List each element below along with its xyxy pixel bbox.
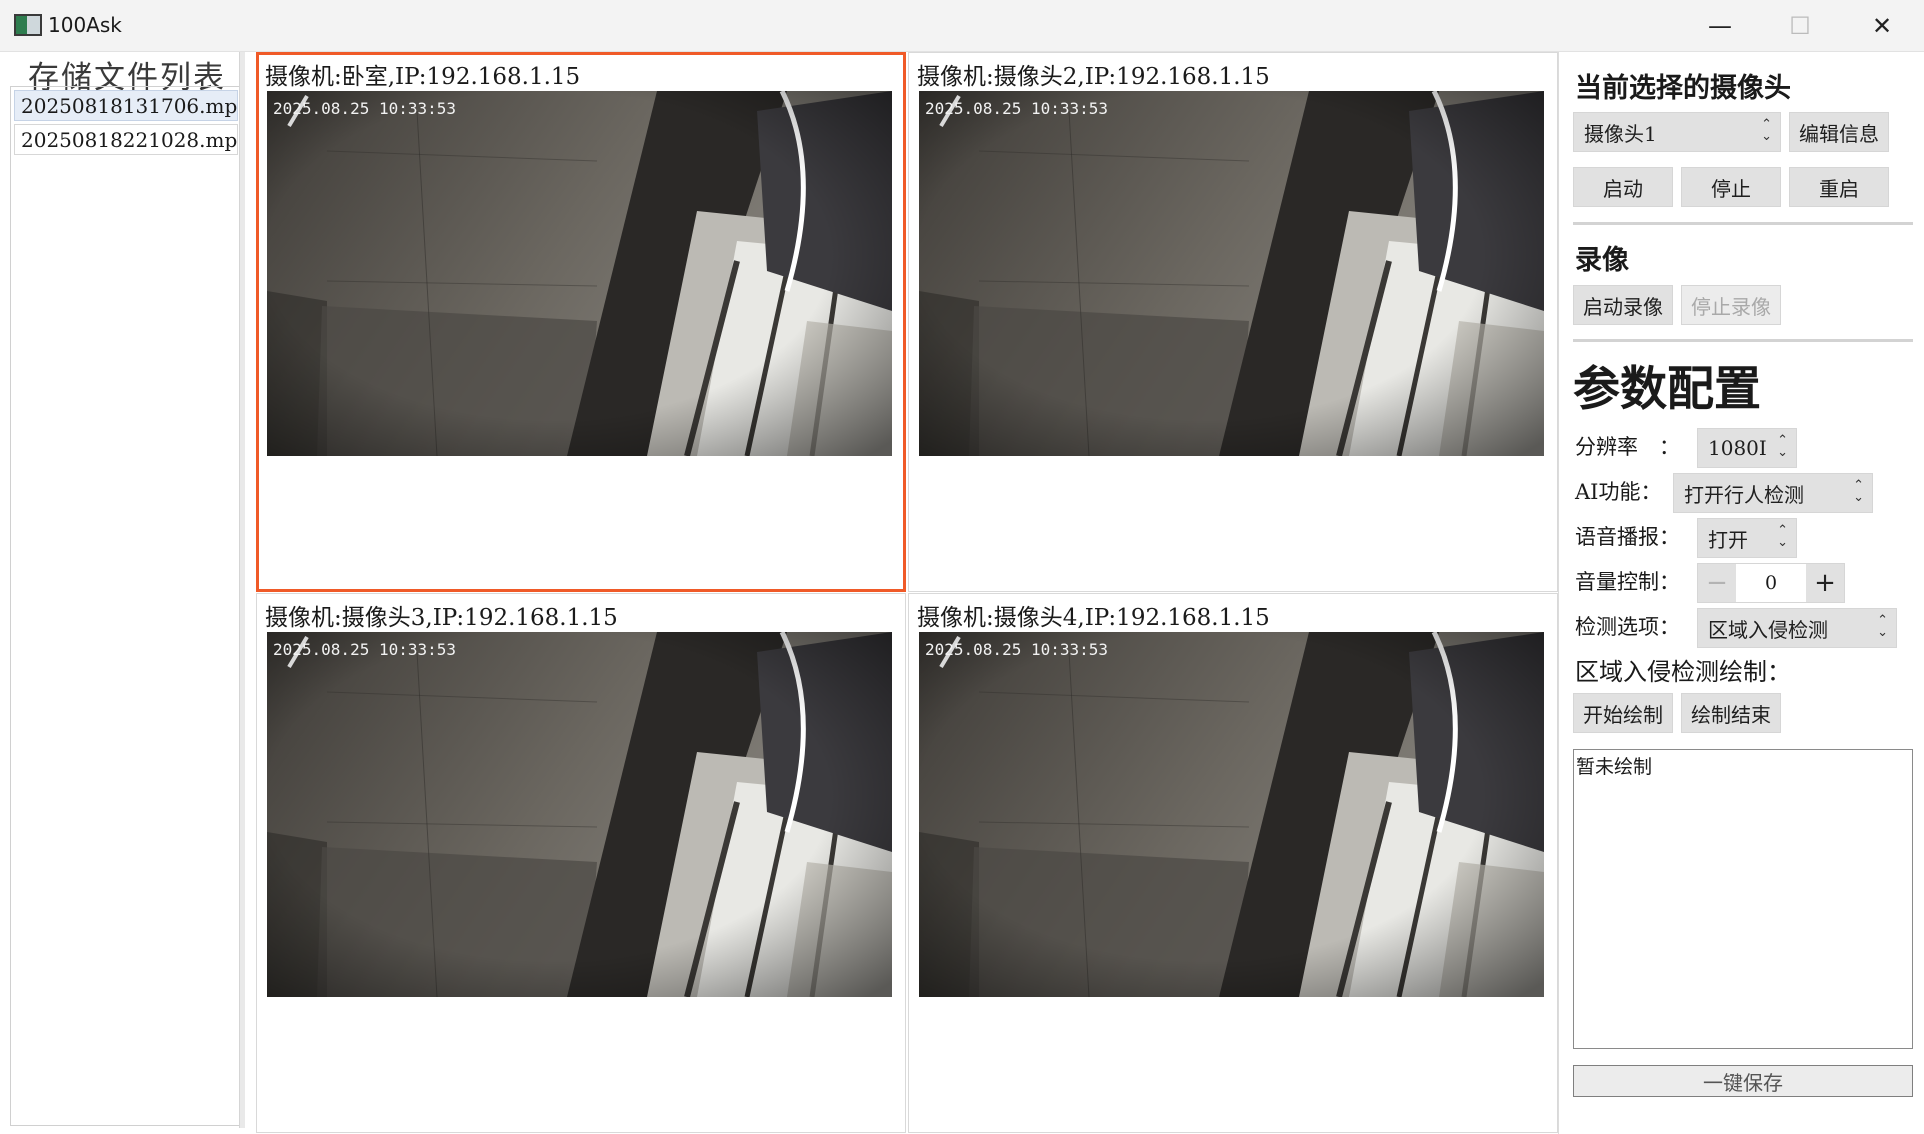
resolution-label: 分辨率 ： — [1575, 435, 1680, 459]
divider — [1573, 222, 1913, 225]
control-panel: 当前选择的摄像头 摄像头1 ⌃ ⌄ 编辑信息 启动 停止 重启 录像 启动录像 停… — [1558, 52, 1924, 1134]
camera-select-value: 摄像头1 — [1584, 121, 1657, 146]
file-list-pane: 存储文件列表 20250818131706.mp4 20250818221028… — [4, 52, 245, 1130]
camera-title: 摄像机:摄像头2,IP:192.168.1.15 — [917, 64, 1270, 90]
divider — [1573, 339, 1913, 342]
file-item[interactable]: 20250818221028.mp4 — [14, 124, 238, 155]
camera-view-4[interactable]: 摄像机:摄像头4,IP:192.168.1.15 2025.08.25 10:3… — [908, 593, 1558, 1133]
app-icon — [14, 14, 42, 36]
splitter-handle[interactable] — [239, 52, 245, 1128]
title-bar: 100Ask — ☐ ✕ — [0, 0, 1924, 52]
file-list[interactable]: 20250818131706.mp4 20250818221028.mp4 — [10, 86, 242, 1126]
detect-option-select[interactable]: 区域入侵检测 ⌃ ⌄ — [1697, 608, 1897, 648]
updown-arrows-icon: ⌃ ⌄ — [1761, 117, 1772, 144]
params-heading: 参数配置 — [1573, 362, 1761, 417]
ai-function-value: 打开行人检测 — [1684, 482, 1804, 507]
camera-feed: 2025.08.25 10:33:53 — [267, 632, 892, 997]
volume-increase-button[interactable]: + — [1806, 564, 1844, 602]
start-camera-button[interactable]: 启动 — [1573, 167, 1673, 207]
camera-title: 摄像机:摄像头3,IP:192.168.1.15 — [265, 605, 618, 631]
stop-record-button[interactable]: 停止录像 — [1681, 285, 1781, 325]
resolution-select[interactable]: 1080I ⌃ ⌄ — [1697, 428, 1797, 468]
camera-view-3[interactable]: 摄像机:摄像头3,IP:192.168.1.15 2025.08.25 10:3… — [256, 593, 906, 1133]
camera-view-1[interactable]: 摄像机:卧室,IP:192.168.1.15 2025.08.25 10:33:… — [256, 52, 906, 592]
voice-broadcast-select[interactable]: 打开 ⌃ ⌄ — [1697, 518, 1797, 558]
minimize-button[interactable]: — — [1680, 0, 1760, 52]
camera-timestamp: 2025.08.25 10:33:53 — [925, 640, 1109, 659]
stop-camera-button[interactable]: 停止 — [1681, 167, 1781, 207]
file-item[interactable]: 20250818131706.mp4 — [14, 90, 238, 121]
save-all-button[interactable]: 一键保存 — [1573, 1065, 1913, 1097]
voice-broadcast-label: 语音播报： — [1575, 525, 1680, 549]
current-camera-heading: 当前选择的摄像头 — [1575, 73, 1791, 104]
camera-timestamp: 2025.08.25 10:33:53 — [925, 99, 1109, 118]
draw-heading: 区域入侵检测绘制： — [1575, 658, 1791, 686]
camera-view-2[interactable]: 摄像机:摄像头2,IP:192.168.1.15 2025.08.25 10:3… — [908, 52, 1558, 592]
resolution-value: 1080I — [1708, 436, 1767, 460]
updown-arrows-icon: ⌃ ⌄ — [1777, 523, 1788, 550]
camera-feed: 2025.08.25 10:33:53 — [919, 632, 1544, 997]
camera-timestamp: 2025.08.25 10:33:53 — [273, 640, 457, 659]
camera-timestamp: 2025.08.25 10:33:53 — [273, 99, 457, 118]
detect-option-label: 检测选项： — [1575, 615, 1680, 639]
camera-feed: 2025.08.25 10:33:53 — [267, 91, 892, 456]
volume-value[interactable]: 0 — [1736, 564, 1806, 602]
restart-camera-button[interactable]: 重启 — [1789, 167, 1889, 207]
draw-status-text[interactable]: 暂未绘制 — [1573, 749, 1913, 1049]
end-draw-button[interactable]: 绘制结束 — [1681, 693, 1781, 733]
ai-function-select[interactable]: 打开行人检测 ⌃ ⌄ — [1673, 473, 1873, 513]
start-draw-button[interactable]: 开始绘制 — [1573, 693, 1673, 733]
close-button[interactable]: ✕ — [1842, 0, 1922, 52]
camera-title: 摄像机:卧室,IP:192.168.1.15 — [265, 64, 581, 90]
window-title: 100Ask — [48, 13, 122, 37]
updown-arrows-icon: ⌃ ⌄ — [1777, 433, 1788, 460]
camera-feed: 2025.08.25 10:33:53 — [919, 91, 1544, 456]
updown-arrows-icon: ⌃ ⌄ — [1853, 478, 1864, 505]
edit-info-button[interactable]: 编辑信息 — [1789, 112, 1889, 152]
voice-broadcast-value: 打开 — [1708, 527, 1748, 552]
camera-title: 摄像机:摄像头4,IP:192.168.1.15 — [917, 605, 1270, 631]
start-record-button[interactable]: 启动录像 — [1573, 285, 1673, 325]
volume-label: 音量控制： — [1575, 570, 1680, 594]
ai-function-label: AI功能： — [1575, 480, 1662, 504]
detect-option-value: 区域入侵检测 — [1708, 617, 1828, 642]
volume-decrease-button[interactable]: − — [1698, 564, 1736, 602]
camera-select[interactable]: 摄像头1 ⌃ ⌄ — [1573, 112, 1781, 152]
volume-stepper[interactable]: − 0 + — [1697, 563, 1845, 603]
updown-arrows-icon: ⌃ ⌄ — [1877, 613, 1888, 640]
record-heading: 录像 — [1575, 245, 1629, 276]
maximize-button[interactable]: ☐ — [1760, 0, 1840, 52]
